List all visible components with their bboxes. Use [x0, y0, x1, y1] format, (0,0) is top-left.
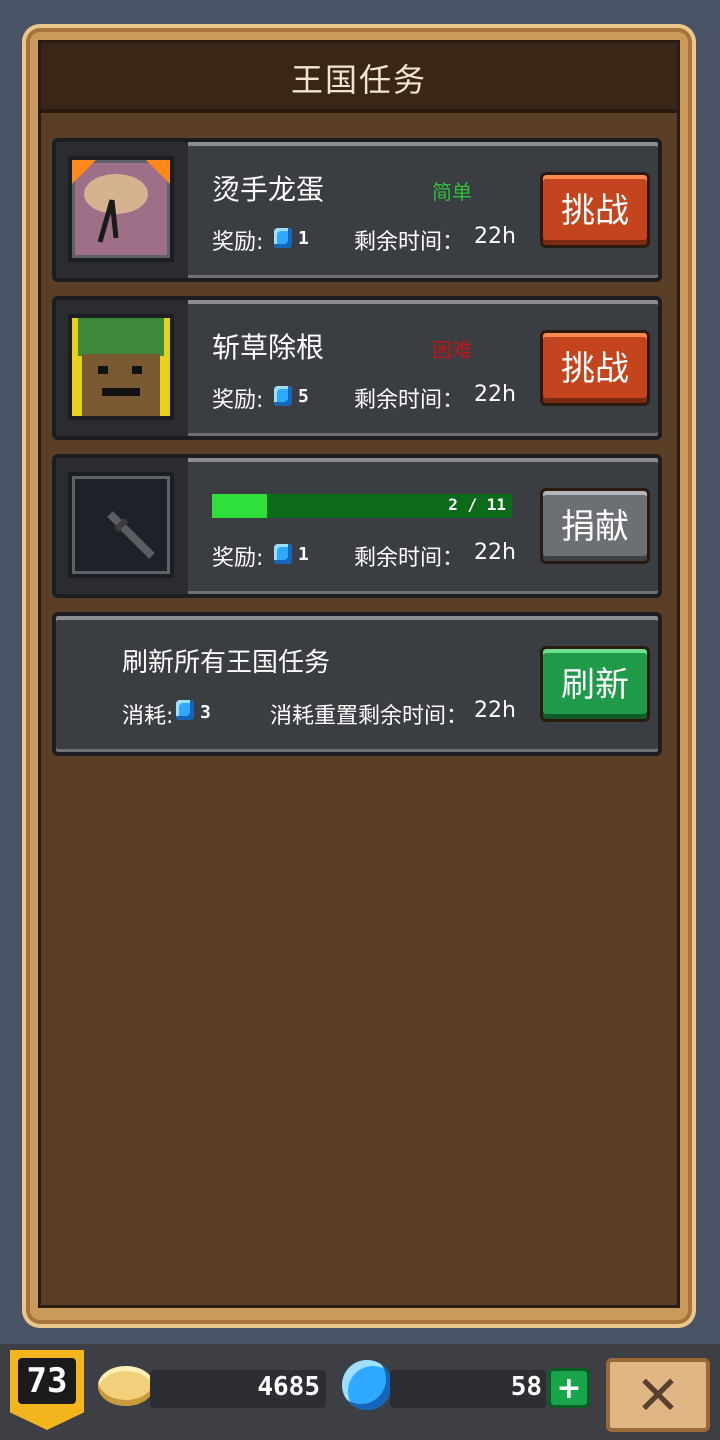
time-label: 剩余时间： — [354, 230, 465, 255]
quest-card-1: 烫手龙蛋 简单 奖励: 1 剩余时间： 22h 挑战 — [52, 138, 662, 282]
sword-graphic — [107, 511, 155, 559]
cost-value: 3 — [200, 702, 211, 723]
donation-card: 2 / 11 奖励: 1 剩余时间： 22h 捐献 — [52, 454, 662, 598]
reward-value: 1 — [298, 228, 309, 249]
donate-button[interactable]: 捐献 — [540, 488, 650, 564]
gem-icon — [274, 544, 292, 564]
gem-value: 58 — [510, 1372, 542, 1402]
quest-card-2: 斩草除根 困难 奖励: 5 剩余时间： 22h 挑战 — [52, 296, 662, 440]
gem-icon — [274, 386, 292, 406]
challenge-button[interactable]: 挑战 — [540, 330, 650, 406]
dragon-egg-icon — [68, 156, 174, 262]
reward-label: 奖励: — [212, 230, 264, 255]
title-bar: 王国任务 — [41, 43, 677, 113]
gem-counter: 58 — [390, 1370, 546, 1408]
donation-progress-text: 2 / 11 — [448, 495, 506, 514]
time-label: 剩余时间： — [354, 388, 465, 413]
gem-icon — [176, 700, 194, 720]
treant-graphic — [72, 318, 170, 416]
reward-value: 5 — [298, 386, 309, 407]
coin-value: 4685 — [257, 1372, 320, 1402]
treant-icon — [68, 314, 174, 420]
reward-value: 1 — [298, 544, 309, 565]
time-value: 22h — [474, 540, 516, 565]
challenge-button[interactable]: 挑战 — [540, 172, 650, 248]
refresh-title: 刷新所有王国任务 — [122, 648, 331, 678]
sword-icon — [68, 472, 174, 578]
difficulty-label: 困难 — [432, 338, 472, 362]
page-title: 王国任务 — [290, 61, 427, 99]
gem-currency-icon — [342, 1360, 392, 1410]
close-button[interactable]: ✕ — [606, 1358, 710, 1432]
reset-time-label: 消耗重置剩余时间： — [270, 704, 469, 729]
refresh-button[interactable]: 刷新 — [540, 646, 650, 722]
reward-label: 奖励: — [212, 546, 264, 571]
level-value: 73 — [18, 1358, 76, 1404]
dragon-egg-graphic — [72, 160, 170, 243]
time-value: 22h — [474, 382, 516, 407]
time-label: 剩余时间： — [354, 546, 465, 571]
donation-progress-bar: 2 / 11 — [212, 494, 512, 518]
coin-counter: 4685 — [150, 1370, 326, 1408]
coin-icon — [98, 1366, 154, 1406]
time-value: 22h — [474, 224, 516, 249]
add-gems-button[interactable]: + — [548, 1368, 590, 1408]
close-icon: ✕ — [635, 1364, 681, 1427]
reset-time-value: 22h — [474, 698, 516, 723]
donation-progress-fill — [212, 494, 267, 518]
refresh-card: 刷新所有王国任务 消耗: 3 消耗重置剩余时间： 22h 刷新 — [52, 612, 662, 756]
quest-name: 斩草除根 — [212, 331, 325, 364]
quest-name: 烫手龙蛋 — [212, 173, 325, 206]
cost-label: 消耗: — [122, 704, 174, 729]
gem-icon — [274, 228, 292, 248]
difficulty-label: 简单 — [432, 180, 472, 204]
reward-label: 奖励: — [212, 388, 264, 413]
